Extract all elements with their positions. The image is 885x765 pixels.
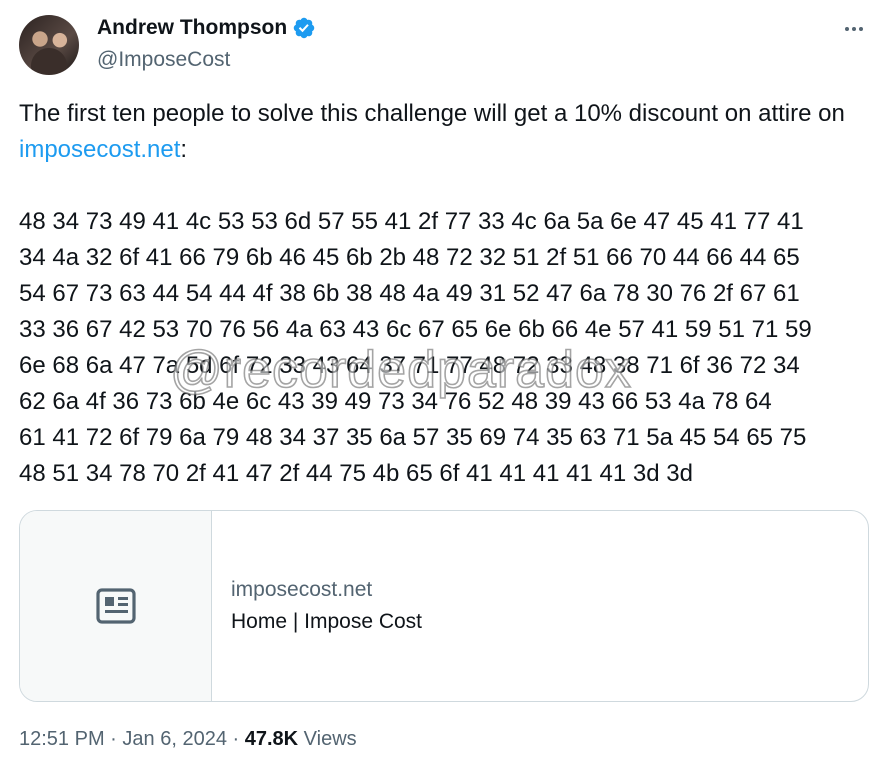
avatar[interactable]	[19, 15, 79, 75]
hex-line: 48 51 34 78 70 2f 41 47 2f 44 75 4b 65 6…	[19, 460, 693, 487]
tweet-text-colon: :	[180, 136, 188, 163]
meta-separator: ·	[110, 728, 117, 750]
tweet-text: The first ten people to solve this chall…	[19, 96, 869, 168]
card-domain: imposecost.net	[231, 578, 373, 601]
article-icon	[95, 588, 136, 624]
tweet-link[interactable]: imposecost.net	[19, 136, 180, 163]
card-thumbnail	[20, 511, 212, 701]
hex-line: 62 6a 4f 36 73 6b 4e 6c 43 39 49 73 34 7…	[19, 388, 772, 415]
verified-badge-icon[interactable]	[292, 16, 316, 40]
link-preview-card[interactable]: imposecost.net Home | Impose Cost	[19, 510, 869, 702]
hex-line: 6e 68 6a 47 7a 5d 6f 72 33 43 64 37 71 7…	[19, 352, 800, 379]
hex-line: 54 67 73 63 44 54 44 4f 38 6b 38 48 4a 4…	[19, 280, 800, 307]
hex-challenge: 48 34 73 49 41 4c 53 53 6d 57 55 41 2f 7…	[19, 204, 869, 492]
hex-line: 33 36 67 42 53 70 76 56 4a 63 43 6c 67 6…	[19, 316, 812, 343]
more-options-icon[interactable]	[841, 16, 867, 42]
author-handle[interactable]: @ImposeCost	[97, 48, 230, 72]
tweet-meta: 12:51 PM · Jan 6, 2024 · 47.8K Views	[19, 728, 357, 751]
card-title: Home | Impose Cost	[231, 610, 423, 633]
tweet-text-intro: The first ten people to solve this chall…	[19, 100, 845, 127]
tweet-time[interactable]: 12:51 PM	[19, 728, 105, 750]
card-body: imposecost.net Home | Impose Cost	[212, 511, 422, 701]
hex-line: 34 4a 32 6f 41 66 79 6b 46 45 6b 2b 48 7…	[19, 244, 800, 271]
author-name-row: Andrew Thompson	[97, 16, 316, 40]
hex-line: 61 41 72 6f 79 6a 79 48 34 37 35 6a 57 3…	[19, 424, 807, 451]
hex-line: 48 34 73 49 41 4c 53 53 6d 57 55 41 2f 7…	[19, 208, 804, 235]
tweet-date[interactable]: Jan 6, 2024	[122, 728, 227, 750]
views-label: Views	[303, 728, 357, 750]
meta-separator: ·	[232, 728, 240, 750]
author-display-name[interactable]: Andrew Thompson	[97, 16, 287, 40]
views-count: 47.8K	[244, 728, 299, 750]
